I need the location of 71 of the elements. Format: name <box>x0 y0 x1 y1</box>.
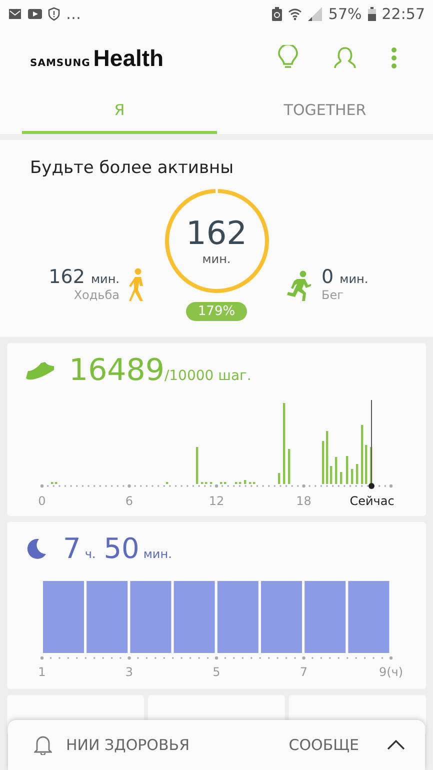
profile-icon[interactable] <box>333 46 357 70</box>
run-minutes: 0 <box>322 266 334 288</box>
axis-label: 1 <box>38 665 46 679</box>
sleep-bar <box>86 581 128 653</box>
minutes-unit: мин. <box>143 547 172 561</box>
step-bar <box>278 473 280 484</box>
step-bar <box>288 449 290 484</box>
messages-link[interactable]: СООБЩЕ <box>274 736 359 754</box>
sleep-bar <box>174 581 215 653</box>
more-notifications: … <box>66 5 81 23</box>
sleep-bar <box>304 581 346 653</box>
step-goal: /10000 шаг. <box>164 368 252 384</box>
brand-logo: SAMSUNG <box>30 58 90 68</box>
walk-minutes: 162 <box>48 266 85 288</box>
step-bar <box>361 425 364 484</box>
moon-icon <box>25 538 47 560</box>
step-bar <box>322 441 324 484</box>
sleep-bar <box>261 581 302 653</box>
sleep-hours: 7 <box>63 532 81 565</box>
step-bar <box>351 469 354 484</box>
more-menu-icon[interactable] <box>391 47 397 69</box>
step-bar <box>196 447 198 484</box>
step-bar <box>356 464 358 484</box>
hours-unit: ч. <box>84 547 96 561</box>
step-bar <box>244 480 246 484</box>
step-bar <box>340 472 342 484</box>
minutes-unit: мин. <box>340 272 368 286</box>
axis-label: 5 <box>212 665 220 679</box>
battery-percent: 57% <box>328 5 362 23</box>
sleep-bar <box>348 581 390 653</box>
signal-icon <box>308 7 322 21</box>
run-label: Бег <box>322 288 344 302</box>
minutes-unit: мин. <box>202 252 231 266</box>
now-label: Сейчас <box>350 494 394 508</box>
sleep-minutes: 50 <box>104 532 140 565</box>
tab[interactable]: TOGETHER <box>217 88 433 134</box>
axis-label: 18 <box>296 494 312 508</box>
lightbulb-icon[interactable] <box>277 45 299 71</box>
battery-icon <box>368 7 376 21</box>
axis-label: 3 <box>125 665 134 679</box>
shield-icon <box>48 7 60 21</box>
step-bar <box>330 466 332 484</box>
axis-label: 6 <box>125 494 134 508</box>
axis-label: 9(ч) <box>378 665 404 679</box>
step-bar <box>326 431 328 484</box>
bell-icon[interactable] <box>34 735 52 755</box>
step-bar <box>365 445 368 484</box>
sleep-bar <box>43 581 84 653</box>
axis-label: 0 <box>38 494 46 508</box>
sleep-bar <box>130 581 172 653</box>
clock: 22:57 <box>382 5 425 23</box>
mail-icon <box>8 8 22 20</box>
total-minutes: 162 <box>186 216 248 252</box>
app-title: Health <box>93 44 164 72</box>
step-bar <box>346 456 348 484</box>
chevron-up-icon[interactable] <box>387 740 405 750</box>
minutes-unit: мин. <box>90 272 120 286</box>
running-person-icon <box>286 270 312 302</box>
step-count: 16489 <box>69 353 164 388</box>
shoe-icon <box>25 360 55 380</box>
wifi-icon <box>288 7 302 21</box>
step-bar <box>370 447 372 484</box>
goal-percent-badge: 179% <box>186 302 248 321</box>
axis-label: 12 <box>208 494 224 508</box>
sleep-bar <box>217 581 258 653</box>
health-news-link[interactable]: НИИ ЗДОРОВЬЯ <box>66 736 190 754</box>
step-bar <box>335 457 338 484</box>
activity-title: Будьте более активны <box>29 158 235 178</box>
walk-label: Ходьба <box>72 288 120 302</box>
axis-label: 7 <box>300 665 308 679</box>
video-icon <box>28 8 42 20</box>
